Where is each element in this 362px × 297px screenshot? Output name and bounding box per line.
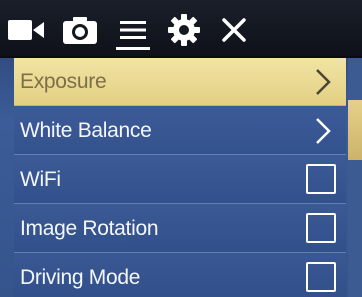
scrollbar-track[interactable] [348,58,362,297]
chevron-right-icon [316,69,331,95]
menu-item-label: Image Rotation [20,217,159,240]
menu-item-label: WiFi [20,168,61,191]
active-tab-indicator [116,47,150,50]
gear-icon [168,14,200,46]
menu-item-white-balance[interactable]: White Balance [14,107,346,155]
menu-item-image-rotation[interactable]: Image Rotation [14,205,346,253]
tab-bar [0,0,362,58]
menu-item-driving-mode[interactable]: Driving Mode [14,254,346,297]
wifi-checkbox[interactable] [306,164,336,194]
settings-menu-list: Exposure White Balance WiFi Image Rotati… [14,58,346,297]
tab-menu[interactable] [108,8,158,52]
tab-settings[interactable] [162,8,206,52]
photo-camera-icon [63,17,97,44]
driving-mode-checkbox[interactable] [306,262,336,292]
tab-close[interactable] [212,8,256,52]
menu-item-label: White Balance [20,119,152,142]
menu-item-wifi[interactable]: WiFi [14,156,346,204]
menu-item-exposure[interactable]: Exposure [14,58,346,106]
menu-item-label: Exposure [20,70,107,93]
tab-video[interactable] [4,8,48,52]
tab-photo[interactable] [58,8,102,52]
image-rotation-checkbox[interactable] [306,213,336,243]
menu-item-label: Driving Mode [20,266,141,289]
scrollbar-thumb[interactable] [348,100,362,160]
menu-icon [120,21,146,39]
video-camera-icon [8,20,44,40]
close-icon [222,18,246,42]
camera-settings-screen: Exposure White Balance WiFi Image Rotati… [0,0,362,297]
chevron-right-icon [316,118,331,144]
